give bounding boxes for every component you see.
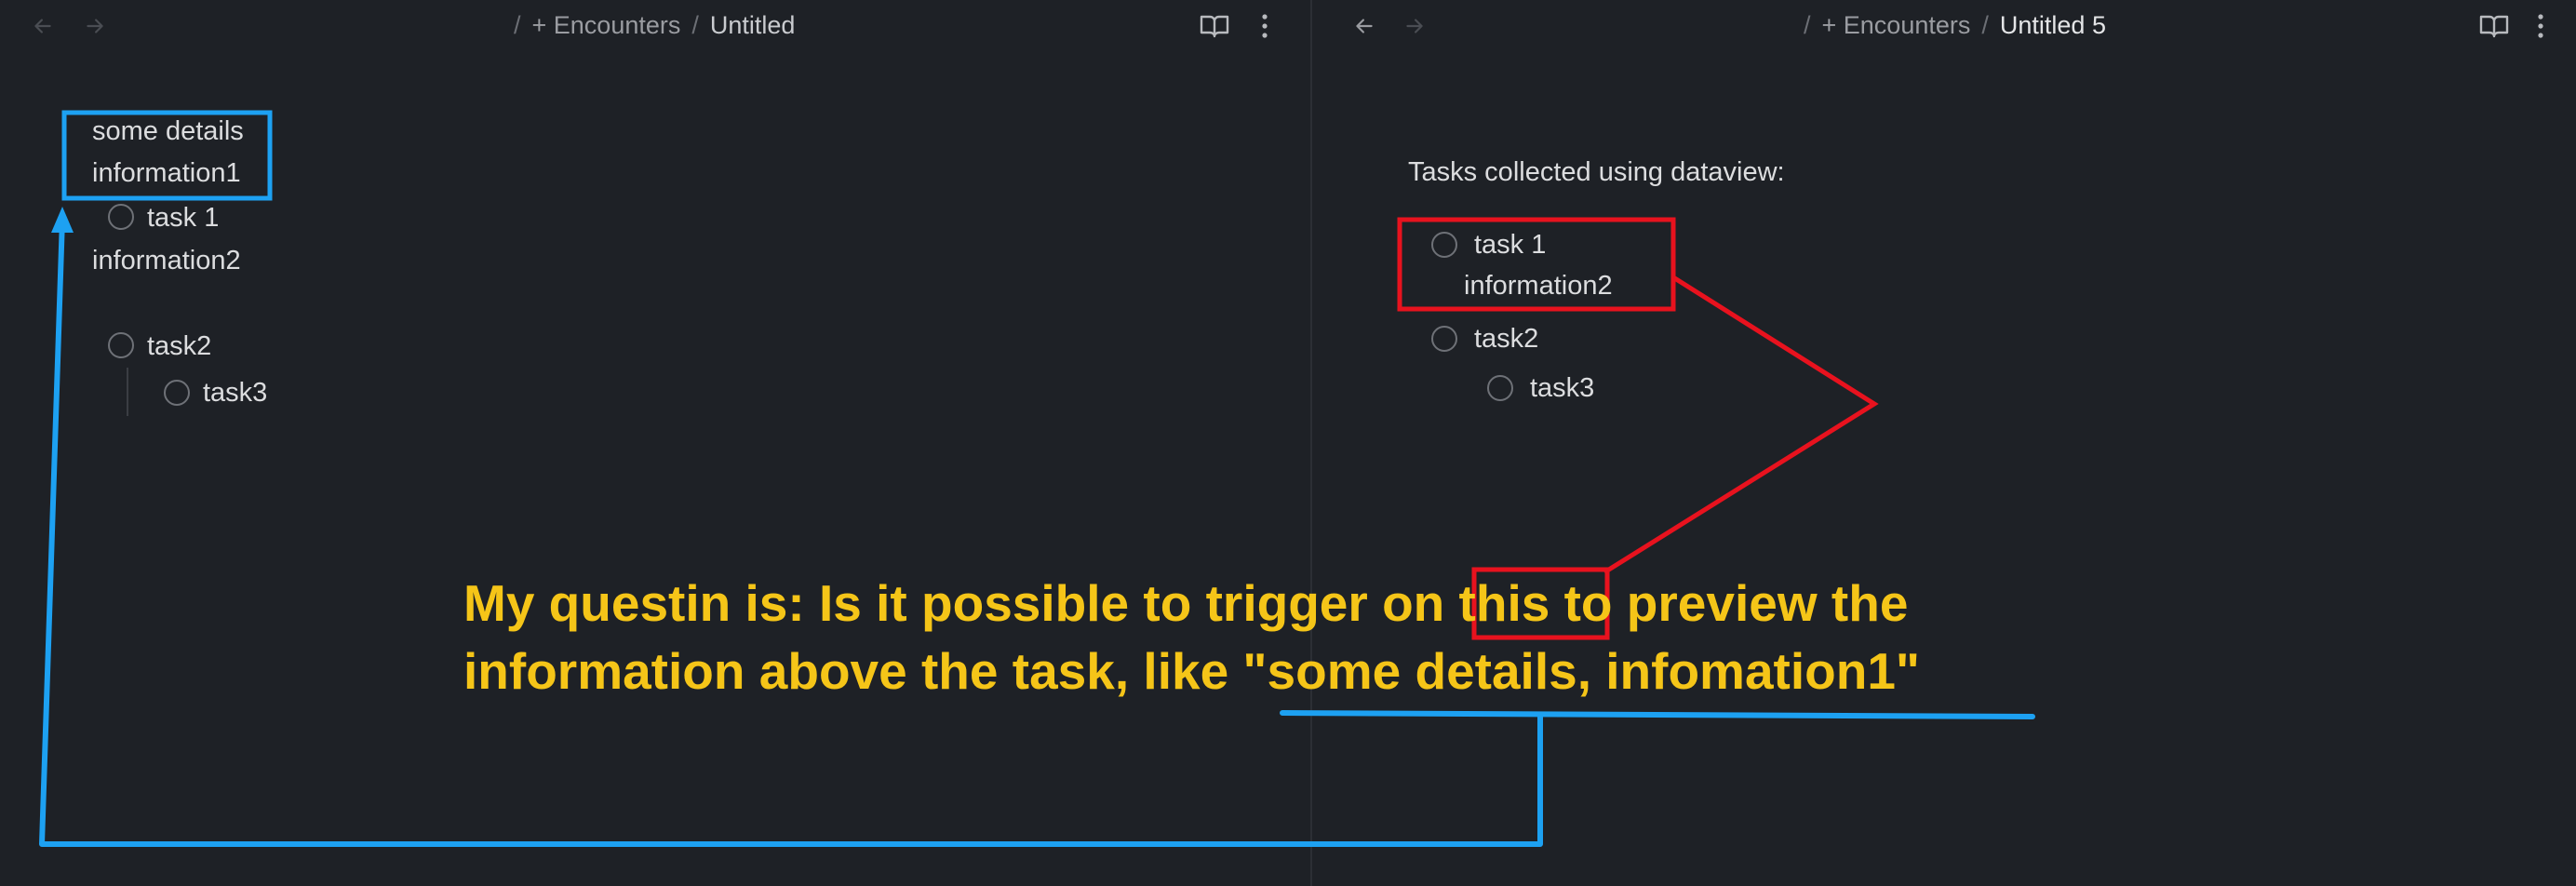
annotation-question: My questin is: Is it possible to trigger… — [463, 570, 1920, 705]
indent-guide — [127, 368, 128, 416]
breadcrumb-folder[interactable]: + Encounters — [532, 11, 681, 40]
annotation-question-line: My questin is: Is it possible to trigger… — [463, 574, 1909, 632]
reading-view-button[interactable] — [1196, 7, 1233, 45]
note-text-line: some details — [92, 116, 244, 146]
task-label: task3 — [203, 378, 268, 408]
arrow-left-icon — [1356, 19, 1373, 34]
breadcrumb-folder[interactable]: + Encounters — [1822, 11, 1971, 40]
breadcrumb-note-title[interactable]: Untitled — [710, 11, 796, 40]
breadcrumb-note-title[interactable]: Untitled 5 — [2000, 11, 2106, 40]
forward-button[interactable] — [76, 7, 114, 45]
screenshot-stage: / + Encounters / Untitled some details i… — [0, 0, 2576, 886]
note-text-line: information2 — [92, 246, 241, 275]
forward-button[interactable] — [1396, 7, 1433, 45]
task-label[interactable]: task2 — [1474, 326, 1538, 353]
left-pane-header: / + Encounters / Untitled — [0, 0, 1310, 52]
task-label[interactable]: task 1 — [1474, 232, 1546, 259]
task-label: task 1 — [147, 203, 220, 233]
right-pane-header: / + Encounters / Untitled 5 — [1312, 0, 2576, 52]
annotation-question-line: information above the task, like "some d… — [463, 642, 1921, 700]
right-editor-pane: / + Encounters / Untitled 5 Tasks collec… — [1312, 0, 2576, 886]
book-open-icon — [2479, 15, 2509, 38]
more-vertical-icon — [1262, 14, 1268, 38]
task-checkbox[interactable] — [1487, 375, 1513, 401]
left-editor-pane: / + Encounters / Untitled some details i… — [0, 0, 1310, 886]
task-label[interactable]: task3 — [1530, 375, 1594, 402]
more-options-button[interactable] — [2522, 7, 2559, 45]
more-vertical-icon — [2538, 14, 2543, 38]
breadcrumb-separator: / — [1981, 11, 1989, 39]
breadcrumb-separator: / — [514, 11, 521, 39]
task-checkbox[interactable] — [1431, 232, 1457, 258]
breadcrumb: / + Encounters / Untitled 5 — [1804, 11, 2106, 40]
task-detail-text: information2 — [1464, 271, 1613, 301]
breadcrumb-separator: / — [691, 11, 699, 39]
dataview-heading: Tasks collected using dataview: — [1408, 157, 1785, 187]
reading-view-button[interactable] — [2475, 7, 2513, 45]
task-checkbox[interactable] — [108, 204, 134, 230]
back-button[interactable] — [24, 7, 61, 45]
breadcrumb-separator: / — [1804, 11, 1811, 39]
arrow-right-icon — [87, 19, 103, 34]
note-text-line: information1 — [92, 158, 241, 188]
task-checkbox[interactable] — [164, 380, 190, 406]
breadcrumb: / + Encounters / Untitled — [514, 11, 795, 40]
book-open-icon — [1200, 15, 1229, 38]
back-button[interactable] — [1346, 7, 1383, 45]
task-label: task2 — [147, 331, 212, 361]
arrow-right-icon — [1406, 19, 1423, 34]
more-options-button[interactable] — [1246, 7, 1283, 45]
arrow-left-icon — [34, 19, 51, 34]
task-checkbox[interactable] — [108, 332, 134, 358]
task-checkbox[interactable] — [1431, 326, 1457, 352]
